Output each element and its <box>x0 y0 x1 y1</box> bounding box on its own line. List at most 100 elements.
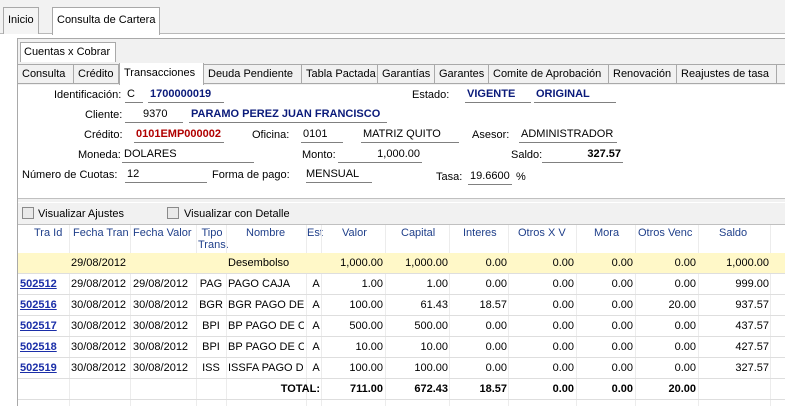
cell-otros-xv: 0.00 <box>552 362 574 374</box>
col-header-tra-id[interactable]: Tra Id <box>34 227 62 239</box>
forma-pago-value: MENSUAL <box>306 168 372 183</box>
cell-fecha-tran: 30/08/2012 <box>71 299 127 311</box>
cuotas-value: 12 <box>125 168 207 183</box>
cell-capital: 100.00 <box>414 362 448 374</box>
cell-fecha-valor: 30/08/2012 <box>133 299 189 311</box>
visualizar-detalle-checkbox[interactable] <box>167 207 179 219</box>
credito-value: 0101EMP000002 <box>134 128 224 143</box>
saldo-value: 327.57 <box>542 148 623 163</box>
table-row[interactable]: 502512 29/08/2012 29/08/2012 PAG PAGO CAJA A 1… <box>18 274 785 295</box>
tab-reajustes-tasa[interactable]: Reajustes de tasa <box>677 65 777 84</box>
cell-capital: 10.00 <box>420 341 448 353</box>
cell-nombre: PAGO CAJA <box>228 278 291 290</box>
transaction-id-link[interactable]: 502518 <box>20 341 68 353</box>
total-valor: 711.00 <box>349 383 383 395</box>
tab-consulta[interactable]: Consulta <box>18 65 74 84</box>
cell-capital: 61.43 <box>420 299 448 311</box>
cartera-panel: Cuentas x Cobrar Consulta Crédito Transa… <box>17 38 785 406</box>
cell-capital: 1.00 <box>426 278 448 290</box>
cell-mora: 0.00 <box>611 320 633 332</box>
cell-mora: 0.00 <box>611 257 633 269</box>
cell-otros-venc: 20.00 <box>668 299 696 311</box>
table-row[interactable]: 502519 30/08/2012 30/08/2012 ISS ISSFA PAGO … <box>18 358 785 379</box>
cell-nombre: Desembolso <box>228 257 290 269</box>
cuotas-label: Número de Cuotas: <box>22 169 118 181</box>
cell-mora: 0.00 <box>611 299 633 311</box>
cliente-name: PARAMO PEREZ JUAN FRANCISCO <box>189 108 387 123</box>
estado-value-2: ORIGINAL <box>534 88 616 103</box>
cell-otros-venc: 0.00 <box>674 278 696 290</box>
cell-interes: 0.00 <box>485 362 507 374</box>
tab-cuentas-x-cobrar[interactable]: Cuentas x Cobrar <box>20 42 116 62</box>
cell-mora: 0.00 <box>611 362 633 374</box>
cell-capital: 1,000.00 <box>405 257 448 269</box>
saldo-label: Saldo: <box>511 149 543 161</box>
cell-tipo: PAG <box>199 278 223 290</box>
cell-valor: 10.00 <box>355 341 383 353</box>
transaction-id-link[interactable]: 502512 <box>20 278 68 290</box>
cell-valor: 1.00 <box>361 278 383 290</box>
tab-renovacion[interactable]: Renovación <box>609 65 677 84</box>
col-header-fecha-tran[interactable]: Fecha Tran <box>73 227 129 239</box>
identificacion-value: 1700000019 <box>148 88 224 103</box>
cell-fecha-valor: 30/08/2012 <box>133 362 189 374</box>
col-header-saldo[interactable]: Saldo <box>719 227 747 239</box>
cell-interes: 0.00 <box>485 341 507 353</box>
table-row[interactable]: 29/08/2012 Desembolso 1,000.00 1,000.00 0.00… <box>18 253 785 274</box>
visualizar-ajustes-checkbox[interactable] <box>22 207 34 219</box>
cell-interes: 0.00 <box>485 278 507 290</box>
total-capital: 672.43 <box>414 383 448 395</box>
tab-comite-aprobacion[interactable]: Comite de Aprobación <box>489 65 609 84</box>
tab-garantes[interactable]: Garantes <box>435 65 489 84</box>
tab-tabla-pactada[interactable]: Tabla Pactada <box>302 65 378 84</box>
visualizar-ajustes-label: Visualizar Ajustes <box>38 208 125 220</box>
cell-est: A <box>312 278 320 290</box>
oficina-label: Oficina: <box>252 129 290 141</box>
col-header-capital[interactable]: Capital <box>401 227 435 239</box>
col-header-valor[interactable]: Valor <box>342 227 367 239</box>
cell-saldo: 999.00 <box>735 278 769 290</box>
col-header-nombre[interactable]: Nombre <box>246 227 285 239</box>
transaction-tabs: Consulta Crédito Transacciones Deuda Pen… <box>18 63 785 85</box>
identificacion-label: Identificación: <box>54 89 122 101</box>
cell-valor: 100.00 <box>349 299 383 311</box>
col-header-otros-xv[interactable]: Otros X V <box>518 227 566 239</box>
cell-saldo: 327.57 <box>735 362 769 374</box>
cell-tipo: BPI <box>202 320 220 332</box>
oficina-name: MATRIZ QUITO <box>361 128 459 143</box>
col-header-otros-venc[interactable]: Otros Venc <box>638 227 692 239</box>
forma-pago-label: Forma de pago: <box>212 169 290 181</box>
visualizar-detalle-label: Visualizar con Detalle <box>184 208 290 220</box>
tab-inicio[interactable]: Inicio <box>3 7 39 34</box>
tab-transacciones[interactable]: Transacciones <box>119 63 204 85</box>
table-row[interactable]: 502516 30/08/2012 30/08/2012 BGR BGR PAGO DE… <box>18 295 785 316</box>
col-header-interes[interactable]: Interes <box>463 227 497 239</box>
col-header-mora[interactable]: Mora <box>594 227 619 239</box>
asesor-value: ADMINISTRADOR <box>519 128 617 143</box>
cell-otros-xv: 0.00 <box>552 299 574 311</box>
view-options-bar: Visualizar Ajustes Visualizar con Detall… <box>18 202 785 222</box>
tasa-unit: % <box>516 171 526 183</box>
tab-credito[interactable]: Crédito <box>74 65 119 84</box>
tab-deuda-pendiente[interactable]: Deuda Pendiente <box>204 65 302 84</box>
tasa-value: 19.6600 <box>468 170 512 185</box>
transaction-id-link[interactable]: 502516 <box>20 299 68 311</box>
cell-tipo: BGR <box>199 299 223 311</box>
cliente-label: Cliente: <box>85 109 123 121</box>
cell-fecha-tran: 30/08/2012 <box>71 341 127 353</box>
col-header-tipo-trans[interactable]: Tipo Trans. <box>198 227 229 251</box>
cell-nombre: BP PAGO DE CA <box>228 320 304 332</box>
transactions-table: Tra Id Fecha Tran Fecha Valor Tipo Trans… <box>18 224 785 406</box>
transaction-id-link[interactable]: 502517 <box>20 320 68 332</box>
cell-fecha-tran: 29/08/2012 <box>71 278 127 290</box>
tab-garantias[interactable]: Garantías <box>378 65 435 84</box>
cell-est: A <box>312 362 320 374</box>
monto-value: 1,000.00 <box>338 148 422 163</box>
tab-consulta-cartera[interactable]: Consulta de Cartera <box>52 7 161 35</box>
cell-saldo: 1,000.00 <box>726 257 769 269</box>
col-header-fecha-valor[interactable]: Fecha Valor <box>133 227 192 239</box>
table-row[interactable]: 502518 30/08/2012 30/08/2012 BPI BP PAGO DE … <box>18 337 785 358</box>
cell-valor: 1,000.00 <box>340 257 383 269</box>
table-row[interactable]: 502517 30/08/2012 30/08/2012 BPI BP PAGO DE … <box>18 316 785 337</box>
transaction-id-link[interactable]: 502519 <box>20 362 68 374</box>
